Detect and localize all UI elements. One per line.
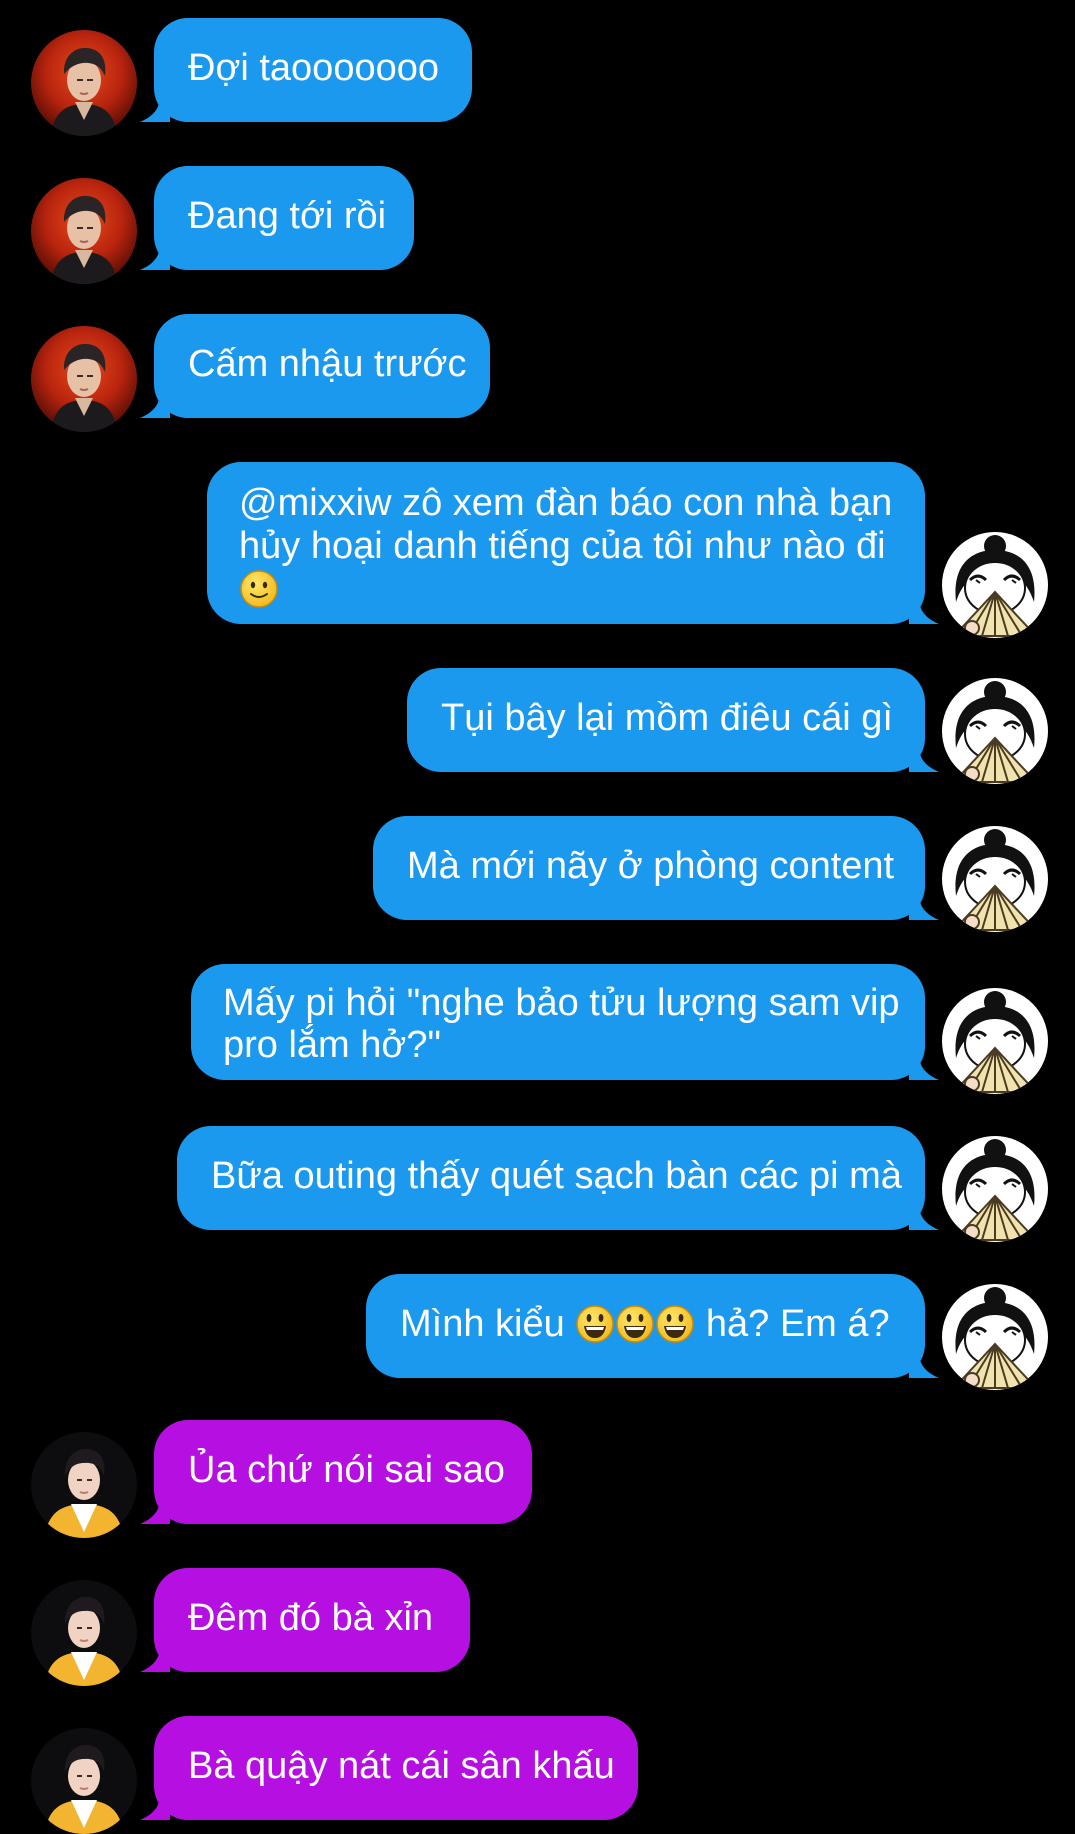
message-bubble[interactable]: Mà mới nãy ở phòng content: [373, 816, 939, 920]
message-text: Bà quậy nát cái sân khấu: [188, 1745, 615, 1787]
message-text-line: Mấy pi hỏi "nghe bảo tửu lượng sam vip: [223, 982, 900, 1024]
avatar[interactable]: [31, 326, 137, 432]
message-bubble[interactable]: Mình kiểu hả? Em á?: [366, 1274, 939, 1378]
message-text-line: @mixxiw zô xem đàn báo con nhà bạn: [239, 482, 893, 524]
avatar[interactable]: [31, 30, 137, 136]
avatar[interactable]: [942, 826, 1048, 932]
message-text: Mình kiểu: [400, 1303, 565, 1345]
grinning-emoji: [615, 1304, 655, 1344]
message-bubble[interactable]: Đang tới rồi: [140, 166, 414, 270]
message-text: Đêm đó bà xỉn: [188, 1597, 434, 1639]
message-bubble[interactable]: Tụi bây lại mồm điêu cái gì: [407, 668, 939, 772]
avatar[interactable]: [31, 1728, 137, 1834]
message-bubble[interactable]: Đợi taooooooo: [140, 18, 472, 122]
message-bubble[interactable]: Mấy pi hỏi "nghe bảo tửu lượng sam vip p…: [191, 964, 939, 1080]
avatar[interactable]: [942, 1284, 1048, 1390]
grinning-emoji: [575, 1304, 615, 1344]
slight-smile-emoji: [239, 569, 279, 609]
avatar[interactable]: [942, 532, 1048, 638]
message-bubble[interactable]: Cấm nhậu trước: [140, 314, 490, 418]
message-bubble[interactable]: Bà quậy nát cái sân khấu: [140, 1716, 638, 1820]
message-text: Mà mới nãy ở phòng content: [407, 845, 895, 887]
message-bubble[interactable]: Đêm đó bà xỉn: [140, 1568, 470, 1672]
message-bubble[interactable]: @mixxiw zô xem đàn báo con nhà bạn hủy h…: [207, 462, 939, 624]
message-text: Ủa chứ nói sai sao: [188, 1449, 505, 1491]
avatar[interactable]: [31, 1432, 137, 1538]
avatar[interactable]: [942, 1136, 1048, 1242]
avatar[interactable]: [942, 988, 1048, 1094]
message-text-line: hủy hoại danh tiếng của tôi như nào đi: [239, 525, 886, 567]
grinning-emoji: [655, 1304, 695, 1344]
message-text: Tụi bây lại mồm điêu cái gì: [441, 697, 893, 739]
avatar[interactable]: [942, 678, 1048, 784]
message-text: hả? Em á?: [705, 1303, 890, 1345]
message-bubble[interactable]: Bữa outing thấy quét sạch bàn các pi mà: [177, 1126, 939, 1230]
avatar[interactable]: [31, 1580, 137, 1686]
message-text: Đợi taooooooo: [188, 47, 439, 89]
avatar[interactable]: [31, 178, 137, 284]
message-text: Đang tới rồi: [188, 195, 387, 237]
message-text: Cấm nhậu trước: [188, 343, 467, 385]
message-bubble[interactable]: Ủa chứ nói sai sao: [140, 1420, 532, 1524]
message-text: Bữa outing thấy quét sạch bàn các pi mà: [211, 1155, 902, 1197]
message-text-line: pro lắm hở?": [223, 1024, 441, 1066]
